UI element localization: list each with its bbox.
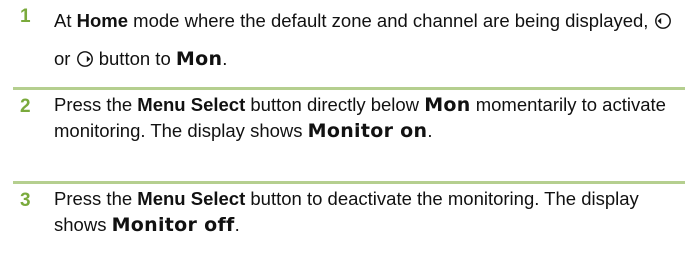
divider: [13, 181, 685, 184]
step-number: 3: [20, 190, 31, 211]
text-run: .: [234, 214, 240, 235]
step-text: At Home mode where the default zone and …: [54, 2, 684, 78]
text-run: Press the: [54, 94, 138, 115]
home-mode-term: Home: [76, 10, 129, 31]
step-text: Press the Menu Select button to deactiva…: [54, 186, 684, 238]
text-run: .: [222, 48, 228, 69]
display-text-mon: Mon: [424, 94, 471, 116]
text-run: button directly below: [245, 94, 425, 115]
text-run: mode where the default zone and channel …: [128, 10, 654, 31]
menu-select-term: Menu Select: [137, 188, 246, 209]
display-text-monitor-off: Monitor off: [111, 214, 235, 236]
menu-select-term: Menu Select: [137, 94, 246, 115]
display-text-mon: Mon: [175, 48, 223, 70]
step-number: 1: [20, 6, 31, 27]
text-run: button to: [93, 48, 176, 69]
text-run: Press the: [54, 188, 138, 209]
right-arrow-button-icon: [76, 51, 93, 67]
display-text-monitor-on: Monitor on: [307, 120, 428, 142]
step-text: Press the Menu Select button directly be…: [54, 92, 684, 144]
left-arrow-button-icon: [654, 13, 671, 29]
divider: [13, 87, 685, 90]
text-run: At: [54, 10, 77, 31]
text-run: or: [54, 48, 76, 69]
text-run: .: [427, 120, 433, 141]
step-number: 2: [20, 96, 31, 117]
